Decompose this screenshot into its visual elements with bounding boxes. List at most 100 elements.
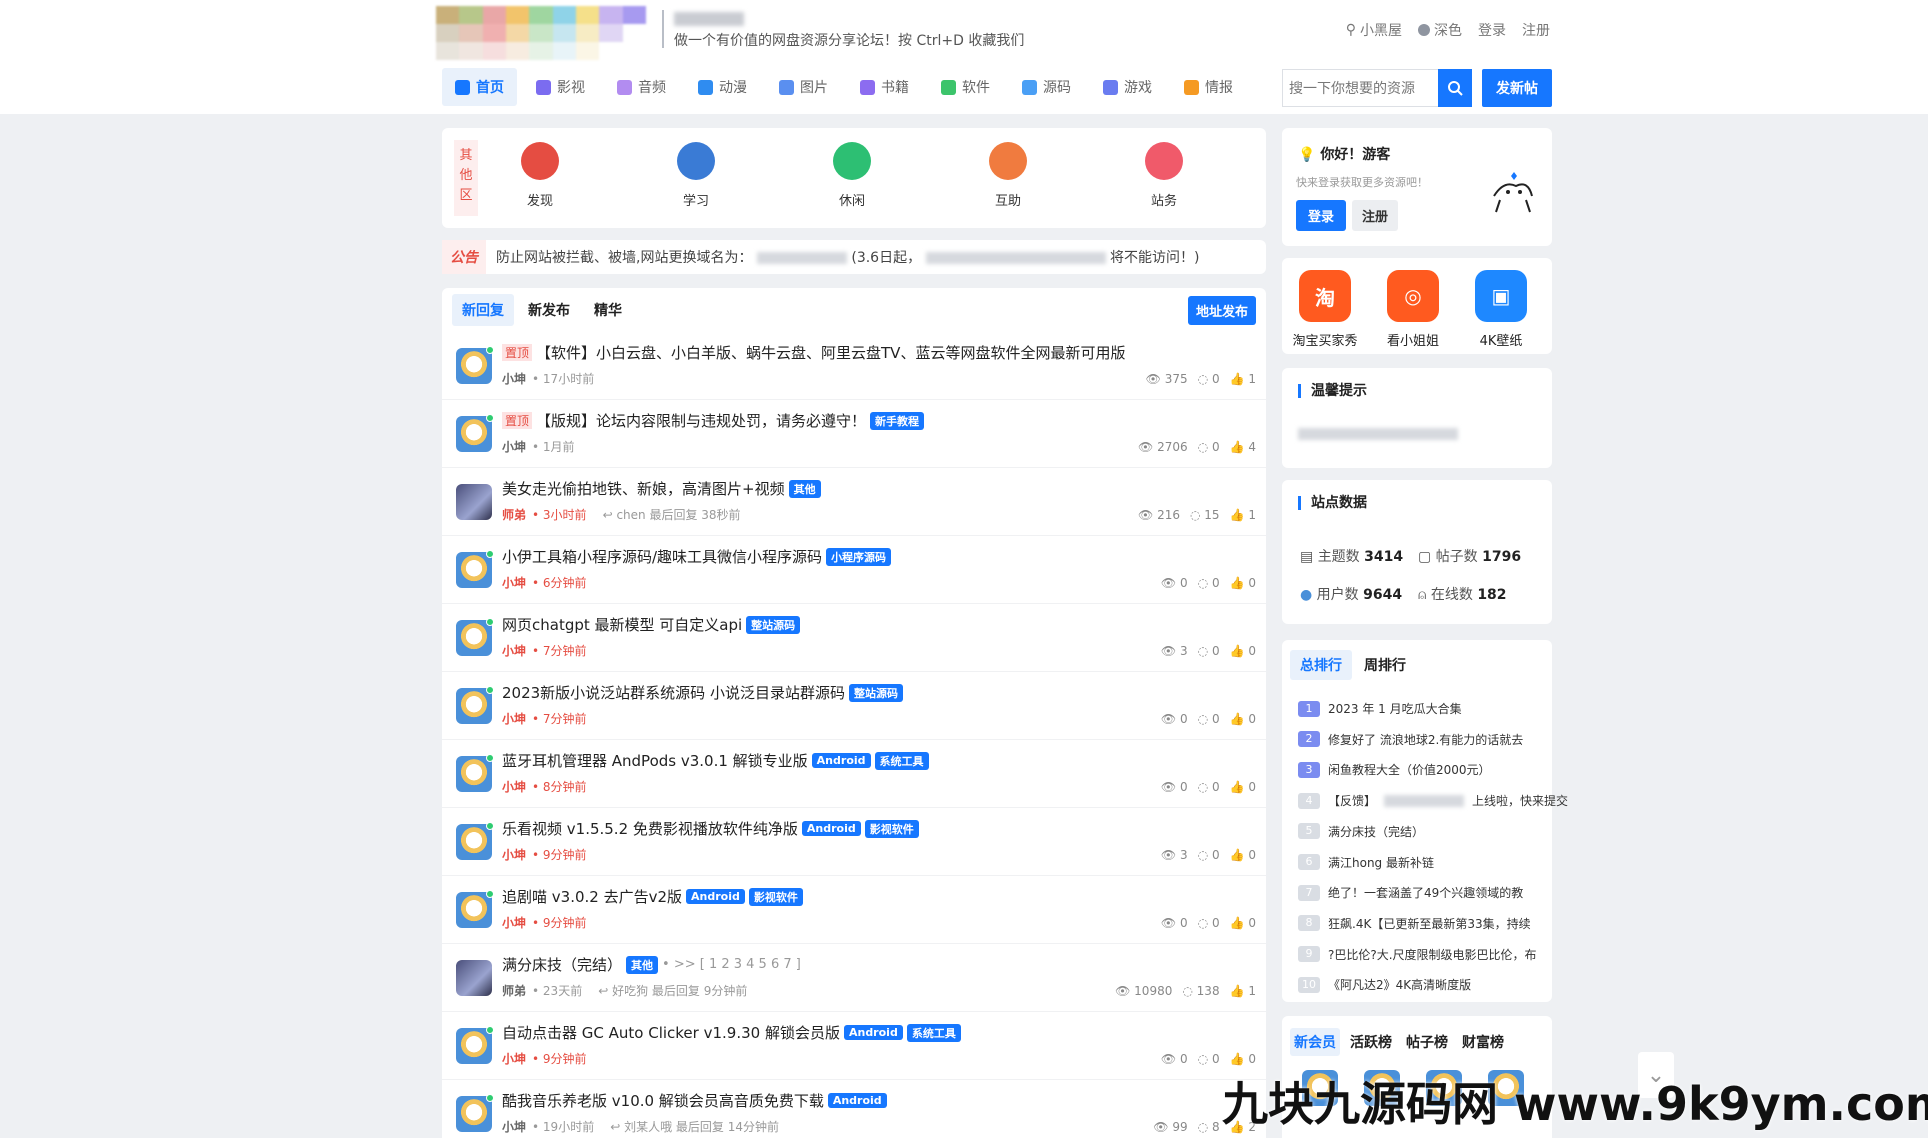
thread-tag[interactable]: Android — [827, 1093, 887, 1108]
rank-item[interactable]: 10 《阿凡达2》4K高清晰度版 — [1298, 976, 1471, 993]
thread-row[interactable]: 酷我音乐养老版 v10.0 解锁会员高音质免费下载 Android 小坤 • 19小时… — [442, 1080, 1266, 1138]
thread-tag[interactable]: 整站源码 — [746, 615, 801, 634]
rank-item[interactable]: 9 ?巴比伦?大.尺度限制级电影巴比伦，布 — [1298, 946, 1537, 963]
user-avatar[interactable] — [456, 484, 492, 520]
quick-link-2[interactable]: ▣ 4K壁纸 — [1466, 270, 1536, 349]
rank-item[interactable]: 7 绝了！一套涵盖了49个兴趣领域的教 — [1298, 884, 1523, 901]
rank-item[interactable]: 1 2023 年 1 月吃瓜大合集 — [1298, 700, 1462, 717]
tab-new-members[interactable]: 新会员 — [1290, 1028, 1340, 1056]
thread-row[interactable]: 置顶 【软件】小白云盘、小白羊版、蜗牛云盘、阿里云盘TV、蓝云等网盘软件全网最新可… — [442, 332, 1266, 400]
category-1[interactable]: 学习 — [656, 142, 736, 209]
thread-title[interactable]: 美女走光偷拍地铁、新娘，高清图片+视频 其他 — [502, 478, 821, 499]
thread-tag[interactable]: 系统工具 — [906, 1023, 961, 1042]
thread-tag[interactable]: Android — [686, 889, 745, 904]
thread-title[interactable]: 乐看视频 v1.5.5.2 免费影视播放软件纯净版 Android 影视软件 — [502, 818, 919, 839]
thread-row[interactable]: 美女走光偷拍地铁、新娘，高清图片+视频 其他 师弟 • 3小时前 ↩ chen 最后回复… — [442, 468, 1266, 536]
quick-link-1[interactable]: ◎ 看小姐姐 — [1378, 270, 1448, 349]
thread-tag[interactable]: 小程序源码 — [826, 547, 892, 566]
thread-author[interactable]: 小坤 — [502, 438, 526, 455]
thread-title-text[interactable]: 【版规】论坛内容限制与违规处罚，请务必遵守！ — [536, 410, 866, 431]
tab-total-rank[interactable]: 总排行 — [1290, 650, 1352, 680]
thread-row[interactable]: 自动点击器 GC Auto Clicker v1.9.30 解锁会员版 Andro… — [442, 1012, 1266, 1080]
thread-row[interactable]: 小伊工具箱小程序源码/趣味工具微信小程序源码 小程序源码 小坤 • 6分钟前 👁 0 ◌ … — [442, 536, 1266, 604]
user-avatar[interactable] — [456, 824, 492, 860]
search-input[interactable]: 搜一下你想要的资源 — [1282, 69, 1438, 107]
category-2[interactable]: 休闲 — [812, 142, 892, 209]
thread-author[interactable]: 小坤 — [502, 846, 526, 863]
thread-title[interactable]: 置顶 【软件】小白云盘、小白羊版、蜗牛云盘、阿里云盘TV、蓝云等网盘软件全网最新可… — [502, 342, 1125, 363]
thread-title-text[interactable]: 自动点击器 GC Auto Clicker v1.9.30 解锁会员版 — [502, 1022, 840, 1043]
thread-title[interactable]: 满分床技（完结） 其他 • >> [ 1 2 3 4 5 6 7 ] — [502, 954, 801, 975]
tab-week-rank[interactable]: 周排行 — [1358, 650, 1412, 680]
nav-item-3[interactable]: 动漫 — [685, 68, 760, 106]
thread-tag[interactable]: 其他 — [788, 479, 821, 498]
thread-author[interactable]: 小坤 — [502, 642, 526, 659]
thread-author[interactable]: 小坤 — [502, 370, 526, 387]
thread-author[interactable]: 小坤 — [502, 710, 526, 727]
thread-row[interactable]: 置顶 【版规】论坛内容限制与违规处罚，请务必遵守！ 新手教程 小坤 • 1月前 👁 270… — [442, 400, 1266, 468]
thread-row[interactable]: 乐看视频 v1.5.5.2 免费影视播放软件纯净版 Android 影视软件 小坤 • … — [442, 808, 1266, 876]
rank-item[interactable]: 4 【反馈】 上线啦，快来提交 — [1298, 792, 1568, 809]
nav-item-2[interactable]: 音频 — [604, 68, 679, 106]
thread-title[interactable]: 置顶 【版规】论坛内容限制与违规处罚，请务必遵守！ 新手教程 — [502, 410, 925, 431]
thread-title[interactable]: 自动点击器 GC Auto Clicker v1.9.30 解锁会员版 Andro… — [502, 1022, 961, 1043]
category-0[interactable]: 发现 — [500, 142, 580, 209]
nav-item-0[interactable]: 首页 — [442, 68, 517, 106]
login-link[interactable]: 登录 — [1478, 20, 1506, 40]
thread-author[interactable]: 师弟 — [502, 506, 526, 523]
nav-item-1[interactable]: 影视 — [523, 68, 598, 106]
thread-tag[interactable]: 影视软件 — [864, 819, 919, 838]
new-post-button[interactable]: 发新帖 — [1482, 69, 1552, 107]
thread-row[interactable]: 蓝牙耳机管理器 AndPods v3.0.1 解锁专业版 Android 系统工具小… — [442, 740, 1266, 808]
user-avatar[interactable] — [456, 1028, 492, 1064]
thread-title[interactable]: 2023新版小说泛站群系统源码 小说泛目录站群源码 整站源码 — [502, 682, 903, 703]
thread-author[interactable]: 小坤 — [502, 1118, 526, 1135]
thread-row[interactable]: 网页chatgpt 最新模型 可自定义api 整站源码 小坤 • 7分钟前 👁 3 ◌ 0… — [442, 604, 1266, 672]
thread-row[interactable]: 2023新版小说泛站群系统源码 小说泛目录站群源码 整站源码 小坤 • 7分钟前 👁 0… — [442, 672, 1266, 740]
nav-item-9[interactable]: 情报 — [1171, 68, 1246, 106]
thread-tag[interactable]: Android — [843, 1025, 903, 1040]
tab-wealth-rank[interactable]: 财富榜 — [1458, 1028, 1508, 1056]
thread-title-text[interactable]: 小伊工具箱小程序源码/趣味工具微信小程序源码 — [502, 546, 822, 567]
rank-item[interactable]: 8 狂飙.4K【已更新至最新第33集，持续 — [1298, 915, 1531, 932]
thread-author[interactable]: 小坤 — [502, 778, 526, 795]
search-button[interactable] — [1438, 69, 1472, 107]
thread-title-text[interactable]: 追剧喵 v3.0.2 去广告v2版 — [502, 886, 682, 907]
user-avatar[interactable] — [456, 892, 492, 928]
tab-new-replies[interactable]: 新回复 — [452, 294, 514, 326]
rank-item[interactable]: 2 修复好了 流浪地球2.有能力的话就去 — [1298, 731, 1523, 748]
nav-item-5[interactable]: 书籍 — [847, 68, 922, 106]
sidebar-login-button[interactable]: 登录 — [1296, 200, 1347, 231]
thread-author[interactable]: 师弟 — [502, 982, 526, 999]
thread-title[interactable]: 追剧喵 v3.0.2 去广告v2版 Android 影视软件 — [502, 886, 803, 907]
nav-item-7[interactable]: 源码 — [1009, 68, 1084, 106]
thread-title[interactable]: 酷我音乐养老版 v10.0 解锁会员高音质免费下载 Android — [502, 1090, 887, 1111]
thread-title[interactable]: 小伊工具箱小程序源码/趣味工具微信小程序源码 小程序源码 — [502, 546, 892, 567]
category-4[interactable]: 站务 — [1124, 142, 1204, 209]
nav-item-6[interactable]: 软件 — [928, 68, 1003, 106]
user-avatar[interactable] — [456, 756, 492, 792]
quick-link-0[interactable]: 淘淘宝买家秀 — [1290, 270, 1360, 349]
thread-row[interactable]: 追剧喵 v3.0.2 去广告v2版 Android 影视软件 小坤 • 9分钟前 👁 0 ◌… — [442, 876, 1266, 944]
user-avatar[interactable] — [456, 552, 492, 588]
thread-title-text[interactable]: 酷我音乐养老版 v10.0 解锁会员高音质免费下载 — [502, 1090, 824, 1111]
thread-row[interactable]: 满分床技（完结） 其他 • >> [ 1 2 3 4 5 6 7 ] 师弟 • 23天前… — [442, 944, 1266, 1012]
thread-title-text[interactable]: 满分床技（完结） — [502, 954, 622, 975]
user-avatar[interactable] — [456, 688, 492, 724]
tab-active-members[interactable]: 活跃榜 — [1346, 1028, 1396, 1056]
tab-featured[interactable]: 精华 — [584, 294, 632, 326]
address-publish-button[interactable]: 地址发布 — [1187, 296, 1256, 325]
thread-tag[interactable]: Android — [801, 821, 861, 836]
thread-title-text[interactable]: 乐看视频 v1.5.5.2 免费影视播放软件纯净版 — [502, 818, 798, 839]
thread-tag[interactable]: 影视软件 — [748, 887, 803, 906]
user-avatar[interactable] — [456, 348, 492, 384]
thread-title[interactable]: 蓝牙耳机管理器 AndPods v3.0.1 解锁专业版 Android 系统工具 — [502, 750, 929, 771]
register-link[interactable]: 注册 — [1522, 20, 1550, 40]
nav-item-8[interactable]: 游戏 — [1090, 68, 1165, 106]
thread-author[interactable]: 小坤 — [502, 574, 526, 591]
thread-tag[interactable]: 整站源码 — [848, 683, 903, 702]
rank-item[interactable]: 6 满江hong 最新补链 — [1298, 854, 1434, 871]
thread-tag[interactable]: 其他 — [626, 955, 659, 974]
nav-item-4[interactable]: 图片 — [766, 68, 841, 106]
thread-tag[interactable]: 新手教程 — [870, 411, 925, 430]
